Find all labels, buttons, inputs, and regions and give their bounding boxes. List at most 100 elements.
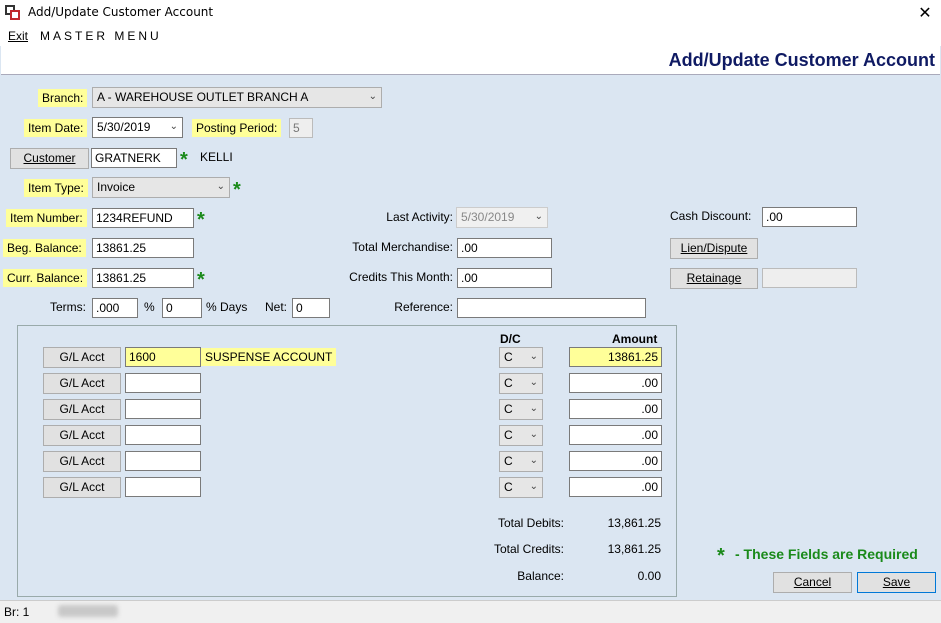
gl-amount-field[interactable]: .00 bbox=[569, 399, 662, 419]
reference-field[interactable] bbox=[457, 298, 646, 318]
reference-label: Reference: bbox=[394, 300, 453, 314]
net-label: Net: bbox=[265, 300, 288, 314]
gl-amount-field[interactable]: .00 bbox=[569, 425, 662, 445]
credits-month-field[interactable]: .00 bbox=[457, 268, 552, 288]
total-merch-label: Total Merchandise: bbox=[352, 240, 453, 254]
chevron-down-icon: ⌄ bbox=[529, 455, 538, 466]
chevron-down-icon: ⌄ bbox=[529, 351, 538, 362]
retainage-field bbox=[762, 268, 857, 288]
dc-select[interactable]: C ⌄ bbox=[499, 451, 543, 472]
amount-header: Amount bbox=[612, 332, 658, 346]
chevron-down-icon: ⌄ bbox=[534, 211, 543, 222]
save-button[interactable]: Save bbox=[857, 572, 936, 593]
beg-balance-label: Beg. Balance: bbox=[3, 239, 86, 257]
item-type-value: Invoice bbox=[97, 180, 136, 194]
customer-button[interactable]: Customer bbox=[10, 148, 89, 169]
balance-label: Balance: bbox=[517, 569, 564, 583]
branch-select[interactable]: A - WAREHOUSE OUTLET BRANCH A ⌄ bbox=[92, 87, 382, 108]
chevron-down-icon: ⌄ bbox=[529, 403, 538, 414]
item-number-label: Item Number: bbox=[6, 209, 87, 227]
item-type-select[interactable]: Invoice ⌄ bbox=[92, 177, 230, 198]
required-star: * bbox=[197, 269, 205, 291]
required-star: * bbox=[197, 209, 205, 231]
last-activity-value: 5/30/2019 bbox=[461, 210, 515, 224]
gl-acct-field[interactable] bbox=[125, 451, 201, 471]
gl-acct-description: SUSPENSE ACCOUNT bbox=[201, 348, 337, 366]
gl-acct-button[interactable]: G/L Acct bbox=[43, 347, 121, 368]
item-date-value: 5/30/2019 bbox=[97, 120, 151, 134]
item-number-field[interactable]: 1234REFUND bbox=[92, 208, 194, 228]
total-debits-value: 13,861.25 bbox=[607, 516, 661, 530]
chevron-down-icon: ⌄ bbox=[529, 377, 538, 388]
chevron-down-icon: ⌄ bbox=[368, 91, 377, 102]
required-note: - These Fields are Required bbox=[735, 546, 918, 562]
credits-month-label: Credits This Month: bbox=[349, 270, 453, 284]
chevron-down-icon: ⌄ bbox=[169, 121, 178, 132]
required-star: * bbox=[180, 149, 188, 171]
gl-acct-field[interactable]: 1600 bbox=[125, 347, 201, 367]
cash-discount-label: Cash Discount: bbox=[670, 209, 752, 223]
status-branch: Br: 1 bbox=[4, 605, 30, 619]
days-field[interactable]: 0 bbox=[162, 298, 202, 318]
branch-value: A - WAREHOUSE OUTLET BRANCH A bbox=[97, 90, 309, 104]
page-title: Add/Update Customer Account bbox=[668, 50, 935, 70]
required-star: * bbox=[717, 545, 725, 567]
item-date-picker[interactable]: 5/30/2019 ⌄ bbox=[92, 117, 183, 138]
menu-exit[interactable]: Exit bbox=[8, 29, 28, 43]
gl-acct-button[interactable]: G/L Acct bbox=[43, 373, 121, 394]
cancel-button[interactable]: Cancel bbox=[773, 572, 852, 593]
last-activity-label: Last Activity: bbox=[386, 210, 453, 224]
gl-amount-field[interactable]: 13861.25 bbox=[569, 347, 662, 367]
menu-master[interactable]: MASTER MENU bbox=[40, 29, 162, 43]
gl-acct-button[interactable]: G/L Acct bbox=[43, 477, 121, 498]
total-merch-field[interactable]: .00 bbox=[457, 238, 552, 258]
dc-select[interactable]: C ⌄ bbox=[499, 373, 543, 394]
gl-acct-button[interactable]: G/L Acct bbox=[43, 425, 121, 446]
dc-header: D/C bbox=[500, 332, 521, 346]
gl-amount-field[interactable]: .00 bbox=[569, 477, 662, 497]
chevron-down-icon: ⌄ bbox=[216, 181, 225, 192]
gl-amount-field[interactable]: .00 bbox=[569, 373, 662, 393]
dc-select[interactable]: C ⌄ bbox=[499, 399, 543, 420]
status-user-redacted bbox=[58, 605, 118, 617]
status-bar bbox=[0, 600, 941, 623]
gl-amount-field[interactable]: .00 bbox=[569, 451, 662, 471]
lien-dispute-button[interactable]: Lien/Dispute bbox=[670, 238, 758, 259]
customer-field[interactable]: GRATNERK bbox=[91, 148, 177, 168]
balance-value: 0.00 bbox=[637, 569, 661, 583]
days-label: % Days bbox=[206, 300, 248, 314]
curr-balance-label: Curr. Balance: bbox=[3, 269, 88, 287]
close-icon[interactable]: ✕ bbox=[912, 2, 938, 24]
terms-percent-label: % bbox=[144, 300, 155, 314]
gl-acct-field[interactable] bbox=[125, 477, 201, 497]
dc-select[interactable]: C ⌄ bbox=[499, 347, 543, 368]
terms-field[interactable]: .000 bbox=[92, 298, 138, 318]
curr-balance-field[interactable]: 13861.25 bbox=[92, 268, 194, 288]
last-activity-picker: 5/30/2019 ⌄ bbox=[456, 207, 548, 228]
app-icon bbox=[5, 5, 21, 21]
item-type-label: Item Type: bbox=[24, 179, 88, 197]
total-credits-value: 13,861.25 bbox=[607, 542, 661, 556]
retainage-button[interactable]: Retainage bbox=[670, 268, 758, 289]
gl-acct-field[interactable] bbox=[125, 399, 201, 419]
chevron-down-icon: ⌄ bbox=[529, 481, 538, 492]
item-date-label: Item Date: bbox=[24, 119, 88, 137]
total-credits-label: Total Credits: bbox=[493, 542, 564, 556]
gl-acct-field[interactable] bbox=[125, 373, 201, 393]
dc-select[interactable]: C ⌄ bbox=[499, 477, 543, 498]
gl-acct-button[interactable]: G/L Acct bbox=[43, 451, 121, 472]
required-star: * bbox=[233, 179, 241, 201]
chevron-down-icon: ⌄ bbox=[529, 429, 538, 440]
gl-acct-field[interactable] bbox=[125, 425, 201, 445]
window-title: Add/Update Customer Account bbox=[28, 5, 214, 19]
terms-label: Terms: bbox=[50, 300, 86, 314]
dc-select[interactable]: C ⌄ bbox=[499, 425, 543, 446]
net-field[interactable]: 0 bbox=[292, 298, 330, 318]
branch-label: Branch: bbox=[38, 89, 88, 107]
cash-discount-field[interactable]: .00 bbox=[762, 207, 857, 227]
total-debits-label: Total Debits: bbox=[497, 516, 564, 530]
posting-period-label: Posting Period: bbox=[192, 119, 282, 137]
posting-period-field: 5 bbox=[289, 118, 313, 138]
gl-acct-button[interactable]: G/L Acct bbox=[43, 399, 121, 420]
beg-balance-field[interactable]: 13861.25 bbox=[92, 238, 194, 258]
